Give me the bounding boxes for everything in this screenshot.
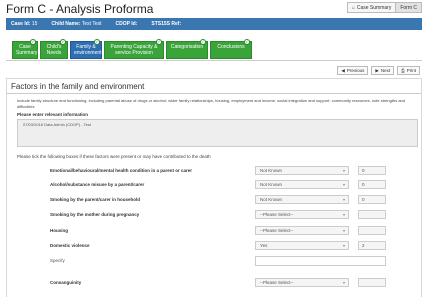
tab-childs-needs[interactable]: ✓ Child's Needs — [40, 39, 68, 59]
factor-select[interactable]: --Please Select-- ▾ — [255, 210, 349, 219]
tab-case-summary[interactable]: ✓ Case Summary — [12, 39, 38, 59]
factor-label: Smoking by the mother during pregnancy — [50, 212, 140, 217]
factor-label: Consanguinity — [50, 280, 82, 285]
tab-conclusions[interactable]: ✓ Conclusions — [210, 39, 252, 59]
chevron-down-icon: ▾ — [342, 280, 345, 285]
child-name: Child Name: Test Test — [51, 21, 102, 27]
case-id: Case Id: 15 — [11, 21, 38, 27]
form-c-button[interactable]: Form C — [396, 2, 422, 13]
check-icon: ✓ — [244, 39, 250, 45]
form-c-button-label: Form C — [400, 4, 417, 11]
factor-row: Alcohol/substance misuse by a parent/car… — [7, 178, 421, 192]
tab-parenting-capacity[interactable]: ✓ Parenting Capacity & service Provision — [104, 39, 164, 59]
tab-divider — [6, 60, 422, 61]
page-header: Form C - Analysis Proforma ⌂ Case Summar… — [0, 0, 428, 16]
page-title: Form C - Analysis Proforma — [6, 2, 154, 16]
chevron-right-icon: ▶ — [375, 67, 379, 73]
factor-label: Housing — [50, 228, 68, 233]
form-tabs: ✓ Case Summary ✓ Child's Needs ✓ Family … — [12, 39, 252, 59]
factor-select[interactable]: Yes ▾ — [255, 241, 349, 250]
family-environment-panel: Factors in the family and environment In… — [6, 78, 422, 297]
check-icon: ✓ — [200, 39, 206, 45]
factor-number-input[interactable] — [358, 226, 386, 235]
print-icon: ⎙ — [401, 68, 405, 73]
factor-label: Smoking by the parent/carer in household — [50, 197, 141, 202]
factor-label: Alcohol/substance misuse by a parent/car… — [50, 182, 145, 187]
previous-button[interactable]: ◀ Previous — [337, 66, 369, 75]
factor-number-input[interactable]: 2 — [358, 241, 386, 250]
section-title: Factors in the family and environment — [11, 82, 145, 91]
sts-ref: STS15S Ref: — [151, 21, 182, 27]
tab-categorisation[interactable]: ✓ Categorisation — [166, 39, 208, 59]
factor-number-input[interactable]: 0 — [358, 166, 386, 175]
header-button-group: ⌂ Case Summary Form C — [346, 2, 422, 13]
case-summary-button-label: Case Summary — [356, 4, 392, 11]
section-intro: Include family structure and functioning… — [17, 98, 405, 109]
specify-label: Specify — [50, 258, 65, 263]
factor-row: Housing --Please Select-- ▾ — [7, 224, 421, 238]
factor-number-input[interactable]: 0 — [358, 195, 386, 204]
factor-select[interactable]: Not Known ▾ — [255, 195, 349, 204]
home-icon: ⌂ — [351, 4, 355, 11]
factor-row: Smoking by the parent/carer in household… — [7, 193, 421, 207]
relevant-info-label: Please enter relevant information — [17, 112, 89, 117]
chevron-down-icon: ▾ — [342, 182, 345, 187]
chevron-down-icon: ▾ — [342, 212, 345, 217]
check-icon: ✓ — [156, 39, 162, 45]
specify-input[interactable] — [255, 256, 386, 266]
next-button[interactable]: ▶ Next — [371, 66, 395, 75]
factor-select[interactable]: --Please Select-- ▾ — [255, 226, 349, 235]
relevant-info-textarea[interactable]: 07/03/2016 Data Admin (CDOP) - Test — [17, 119, 418, 147]
chevron-down-icon: ▾ — [342, 197, 345, 202]
factor-row: Smoking by the mother during pregnancy -… — [7, 208, 421, 222]
factor-row: Consanguinity --Please Select-- ▾ — [7, 276, 421, 290]
section-divider — [7, 93, 421, 94]
case-info-bar: Case Id: 15 Child Name: Test Test CDOP I… — [6, 18, 422, 30]
factor-row: Emotional/behavioural/mental health cond… — [7, 164, 421, 178]
chevron-left-icon: ◀ — [341, 67, 345, 73]
factor-select[interactable]: Not Known ▾ — [255, 180, 349, 189]
factor-number-input[interactable] — [358, 210, 386, 219]
nav-button-group: ◀ Previous ▶ Next ⎙ Print — [337, 66, 420, 75]
factor-row: Domestic violence Yes ▾ 2 — [7, 239, 421, 253]
factor-label: Emotional/behavioural/mental health cond… — [50, 168, 193, 173]
factor-select[interactable]: --Please Select-- ▾ — [255, 278, 349, 287]
chevron-down-icon: ▾ — [342, 228, 345, 233]
factor-select[interactable]: Not Known ▾ — [255, 166, 349, 175]
factor-number-input[interactable] — [358, 278, 386, 287]
factor-number-input[interactable]: 0 — [358, 180, 386, 189]
case-summary-button[interactable]: ⌂ Case Summary — [346, 2, 397, 13]
check-icon: ✓ — [30, 39, 36, 45]
cdop-id: CDOP Id: — [115, 21, 138, 27]
tab-family-environment[interactable]: ✓ Family & environment — [70, 39, 102, 59]
chevron-down-icon: ▾ — [342, 168, 345, 173]
chevron-down-icon: ▾ — [342, 243, 345, 248]
tick-instruction: Please tick the following boxes if these… — [17, 154, 211, 159]
check-icon: ✓ — [60, 39, 66, 45]
print-button[interactable]: ⎙ Print — [397, 66, 420, 75]
specify-row: Specify — [7, 254, 421, 268]
factor-label: Domestic violence — [50, 243, 90, 248]
check-icon: ✓ — [94, 39, 100, 45]
